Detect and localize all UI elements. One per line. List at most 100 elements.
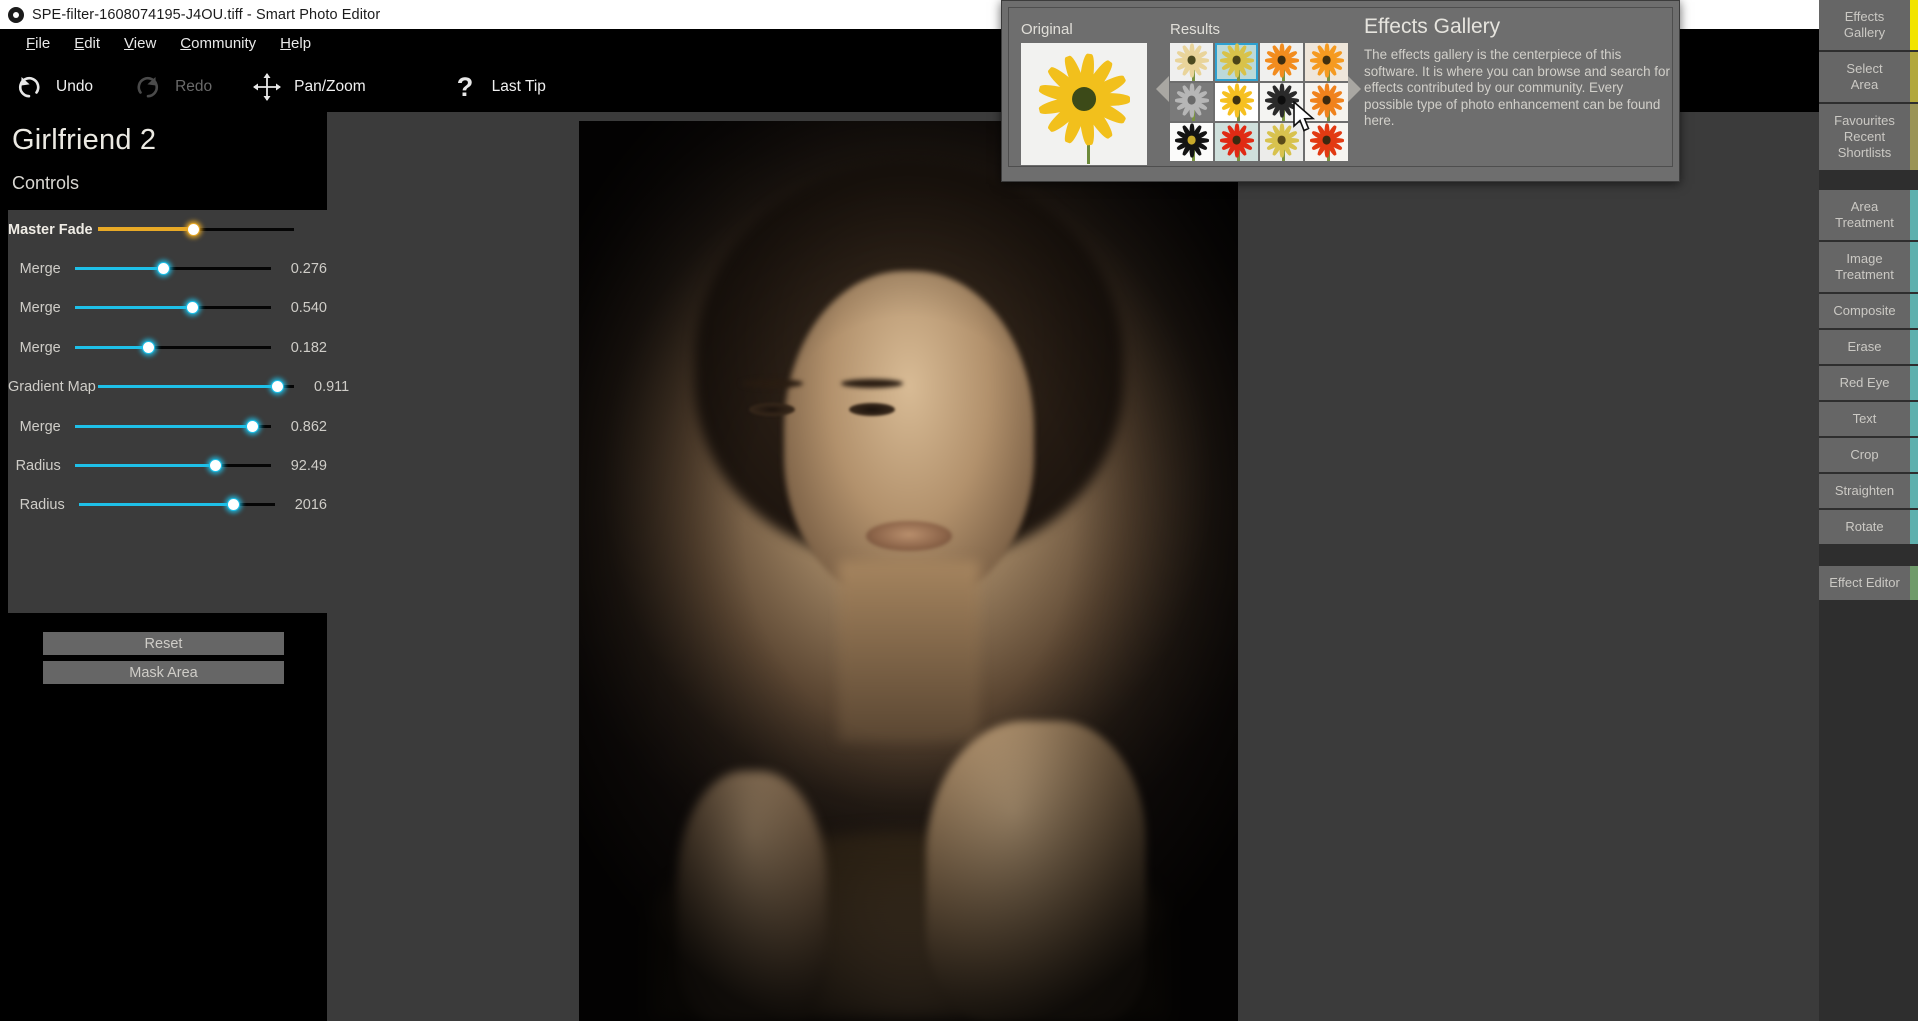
effects-gallery-popup[interactable]: Original Results Effects Gallery The eff…: [1001, 0, 1680, 182]
sidebar-item-label: Select Area: [1846, 61, 1883, 92]
flower-center: [1232, 56, 1241, 65]
slider-label: Merge: [19, 339, 61, 356]
slider-track[interactable]: [98, 220, 298, 240]
slider-track-fill: [74, 345, 150, 349]
pan-zoom-label: Pan/Zoom: [294, 78, 366, 95]
sidebar-item-effects-gallery[interactable]: Effects Gallery: [1819, 0, 1918, 50]
reset-button[interactable]: Reset: [43, 632, 284, 655]
result-thumbnail-grayscale-soft-flower[interactable]: [1170, 83, 1213, 121]
slider-handle[interactable]: [208, 459, 222, 473]
last-tip-button[interactable]: ? Last Tip: [448, 70, 546, 104]
original-thumbnail[interactable]: [1021, 43, 1147, 165]
slider-handle[interactable]: [186, 301, 200, 315]
sidebar-item-red-eye[interactable]: Red Eye: [1819, 366, 1918, 400]
redo-label: Redo: [175, 78, 213, 95]
sidebar-item-erase[interactable]: Erase: [1819, 330, 1918, 364]
left-controls-panel: Girlfriend 2 Controls Master Fade Merge 0.…: [0, 112, 349, 1021]
slider-track-fill: [74, 424, 254, 428]
sidebar-item-area-treatment[interactable]: Area Treatment: [1819, 190, 1918, 240]
sidebar-item-select-area[interactable]: Select Area: [1819, 52, 1918, 102]
pan-zoom-button[interactable]: Pan/Zoom: [250, 70, 366, 104]
slider-handle[interactable]: [156, 262, 170, 276]
menu-view[interactable]: View: [112, 33, 168, 54]
result-thumbnail-bright-yellow-flower[interactable]: [1215, 83, 1258, 121]
slider-handle[interactable]: [226, 498, 240, 512]
right-triangle-icon[interactable]: [1348, 76, 1361, 102]
slider-handle[interactable]: [142, 340, 156, 354]
sidebar-accent-bar: [1910, 104, 1918, 170]
slider-track[interactable]: [78, 495, 279, 515]
flower-center: [1072, 87, 1096, 112]
gallery-title: Effects Gallery: [1364, 15, 1501, 38]
slider-track[interactable]: [74, 259, 275, 279]
result-thumbnail-pale-wash-flower[interactable]: [1170, 43, 1213, 81]
slider-row-merge: Merge 0.182: [8, 328, 327, 367]
undo-button[interactable]: Undo: [12, 70, 93, 104]
results-label: Results: [1170, 21, 1221, 38]
sidebar-group-0: Effects Gallery Select Area Favourites Rec…: [1819, 0, 1918, 170]
panel-buttons: Reset Mask Area: [0, 632, 327, 690]
left-triangle-icon[interactable]: [1156, 76, 1169, 102]
slider-value: 0.540: [290, 300, 327, 317]
menu-help[interactable]: Help: [268, 33, 323, 54]
sidebar-item-crop[interactable]: Crop: [1819, 438, 1918, 472]
sidebar-accent-bar: [1910, 330, 1918, 364]
sidebar-item-effect-editor[interactable]: Effect Editor: [1819, 566, 1918, 600]
slider-label: Merge: [19, 418, 61, 435]
sidebar-item-straighten[interactable]: Straighten: [1819, 474, 1918, 508]
slider-handle[interactable]: [187, 222, 201, 236]
redo-icon: [131, 70, 165, 104]
original-column: Original: [1021, 21, 1147, 165]
slider-track[interactable]: [74, 456, 275, 476]
slider-track-fill: [98, 227, 195, 232]
redo-button[interactable]: Redo: [131, 70, 212, 104]
slider-track[interactable]: [74, 338, 275, 358]
flower-center: [1277, 56, 1286, 65]
sidebar-accent-bar: [1910, 294, 1918, 328]
mask-area-button[interactable]: Mask Area: [43, 661, 284, 684]
sidebar-item-label: Effects Gallery: [1843, 9, 1886, 40]
slider-track[interactable]: [74, 417, 275, 437]
menu-file[interactable]: File: [14, 33, 62, 54]
question-mark-icon: ?: [448, 70, 482, 104]
result-thumbnail-teal-bg-flower[interactable]: [1215, 43, 1258, 81]
application-window: SPE-filter-1608074195-J4OU.tiff - Smart …: [0, 0, 1918, 1021]
slider-value: 0.862: [290, 418, 327, 435]
undo-label: Undo: [56, 78, 94, 95]
sidebar-item-composite[interactable]: Composite: [1819, 294, 1918, 328]
sliders-container: Master Fade Merge 0.276 Merge 0.540 Merge 0.18…: [8, 210, 349, 613]
sidebar-item-label: Erase: [1847, 339, 1882, 354]
slider-track-fill: [74, 464, 216, 468]
result-thumbnail-glow-orange-flower[interactable]: [1305, 43, 1348, 81]
flower-center: [1277, 96, 1286, 105]
sidebar-item-rotate[interactable]: Rotate: [1819, 510, 1918, 544]
sidebar-accent-bar: [1910, 402, 1918, 436]
sidebar-item-text[interactable]: Text: [1819, 402, 1918, 436]
flower-center: [1187, 136, 1196, 145]
menu-community[interactable]: Community: [168, 33, 268, 54]
result-thumbnail-red-flower[interactable]: [1215, 123, 1258, 161]
slider-label: Merge: [19, 261, 61, 278]
effect-name: Girlfriend 2: [12, 124, 157, 156]
sidebar-item-image-treatment[interactable]: Image Treatment: [1819, 242, 1918, 292]
slider-track[interactable]: [74, 298, 275, 318]
controls-heading: Controls: [12, 173, 80, 193]
sidebar-item-label: Rotate: [1845, 519, 1884, 534]
menu-edit[interactable]: Edit: [62, 33, 112, 54]
sidebar-item-favourites-recent-shortlists[interactable]: Favourites Recent Shortlists: [1819, 104, 1918, 170]
sidebar-item-label: Area Treatment: [1835, 199, 1894, 230]
slider-row-radius: Radius 2016: [8, 486, 327, 525]
slider-label: Master Fade: [8, 221, 93, 238]
window-title: SPE-filter-1608074195-J4OU.tiff - Smart …: [32, 6, 381, 23]
flower-center: [1187, 96, 1196, 105]
slider-handle[interactable]: [271, 380, 285, 394]
image-canvas[interactable]: [327, 112, 1819, 1021]
slider-track[interactable]: [98, 377, 298, 397]
slider-value: 0.182: [290, 339, 327, 356]
result-thumbnail-orange-flower[interactable]: [1260, 43, 1303, 81]
sidebar-accent-bar: [1910, 566, 1918, 600]
slider-handle[interactable]: [246, 419, 260, 433]
result-thumbnail-black-silhouette-flower[interactable]: [1170, 123, 1213, 161]
slider-label: Radius: [19, 497, 65, 514]
sidebar-accent-bar: [1910, 190, 1918, 240]
